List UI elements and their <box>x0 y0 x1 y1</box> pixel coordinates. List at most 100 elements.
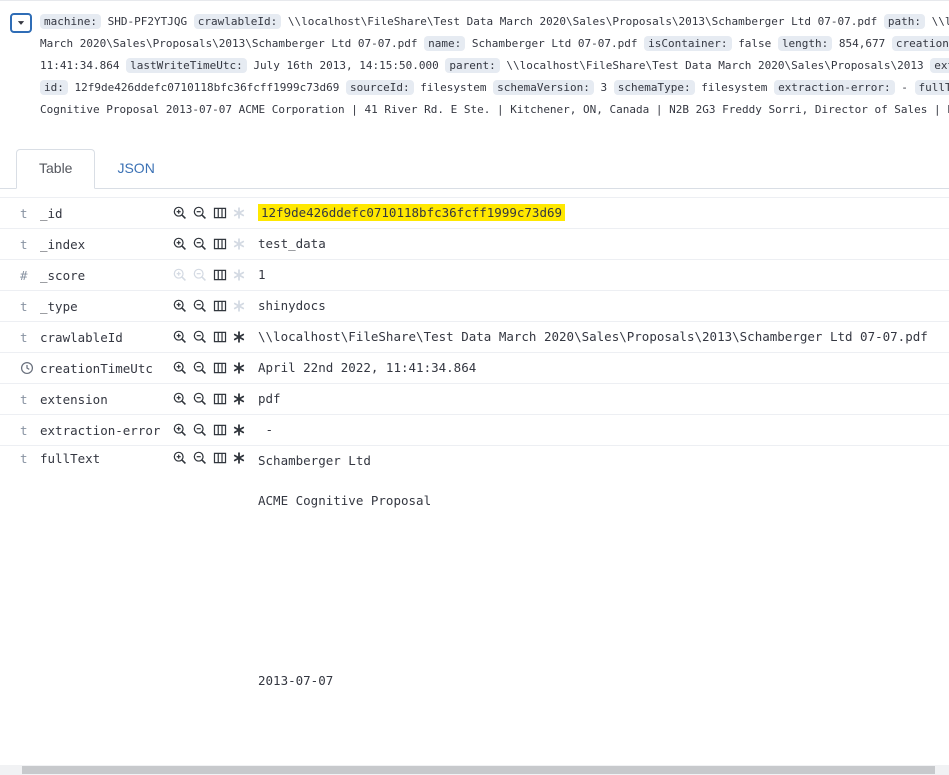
filter-out-value-button <box>193 268 207 282</box>
field-name-badge: machine: <box>40 14 101 29</box>
field-name-badge: crawlableId: <box>194 14 281 29</box>
table-columns-icon <box>213 332 227 347</box>
toggle-column-button[interactable] <box>213 299 227 313</box>
field-value: April 22nd 2022, 11:41:34.864 <box>258 358 949 378</box>
toggle-column-button[interactable] <box>213 361 227 375</box>
filter-for-value-button[interactable] <box>173 206 187 220</box>
toggle-column-button[interactable] <box>213 237 227 251</box>
document-detail-view: { "doc_summary": { "lines": [ {"segments… <box>0 0 949 775</box>
filter-out-value-button[interactable] <box>193 423 207 437</box>
filter-for-value-button[interactable] <box>173 361 187 375</box>
field-value-text: filesystem <box>420 81 486 94</box>
field-value: \\localhost\FileShare\Test Data March 20… <box>258 327 949 347</box>
field-row: tcrawlableId\\localhost\FileShare\Test D… <box>0 321 949 352</box>
zoom-out-icon <box>193 301 207 316</box>
field-name-badge: lastWriteTimeUtc: <box>126 58 247 73</box>
filter-for-field-present-button[interactable] <box>233 393 245 405</box>
zoom-out-icon <box>193 239 207 254</box>
text-type-icon: t <box>20 237 40 252</box>
filter-out-value-button[interactable] <box>193 206 207 220</box>
filter-for-value-button[interactable] <box>173 392 187 406</box>
toggle-column-button[interactable] <box>213 423 227 437</box>
field-value-text: 854,677 <box>839 37 885 50</box>
toggle-column-button[interactable] <box>213 268 227 282</box>
doc-summary-line: Cognitive Proposal 2013-07-07 ACME Corpo… <box>40 99 949 121</box>
field-value-text: July 16th 2013, 14:15:50.000 <box>253 59 438 72</box>
table-columns-icon <box>213 425 227 440</box>
highlighted-value: 12f9de426ddefc0710118bfc36fcff1999c73d69 <box>258 204 565 221</box>
field-actions <box>173 392 258 406</box>
filter-out-value-button[interactable] <box>193 299 207 313</box>
filter-for-field-present-button <box>233 238 245 250</box>
field-value: shinydocs <box>258 296 949 316</box>
table-columns-icon <box>213 453 227 468</box>
text-type-icon: t <box>20 330 40 345</box>
asterisk-icon <box>233 238 245 253</box>
filter-for-field-present-button[interactable] <box>233 452 245 464</box>
field-row: t_indextest_data <box>0 228 949 259</box>
asterisk-icon <box>233 393 245 408</box>
toggle-column-button[interactable] <box>213 206 227 220</box>
field-actions <box>173 206 258 220</box>
horizontal-scrollbar-thumb[interactable] <box>22 766 935 774</box>
toggle-column-button[interactable] <box>213 330 227 344</box>
field-name-badge: schemaVersion: <box>493 80 594 95</box>
field-value-text: \\localhost\FileShare\Test Data March 20… <box>288 15 877 28</box>
field-row: textraction-error - <box>0 414 949 445</box>
text-type-icon: t <box>20 451 40 466</box>
filter-for-value-button[interactable] <box>173 330 187 344</box>
field-value-text: false <box>738 37 771 50</box>
field-value-text: Cognitive Proposal 2013-07-07 ACME Corpo… <box>40 103 949 116</box>
asterisk-icon <box>233 331 245 346</box>
field-row: #_score1 <box>0 259 949 290</box>
field-row: t_typeshinydocs <box>0 290 949 321</box>
filter-for-value-button[interactable] <box>173 423 187 437</box>
filter-out-value-button[interactable] <box>193 451 207 465</box>
field-value: Schamberger Ltd ACME Cognitive Proposal … <box>258 451 949 691</box>
filter-for-value-button[interactable] <box>173 299 187 313</box>
filter-for-value-button[interactable] <box>173 237 187 251</box>
horizontal-scrollbar[interactable] <box>0 765 949 775</box>
zoom-in-icon <box>173 239 187 254</box>
filter-out-value-button[interactable] <box>193 392 207 406</box>
tab-json[interactable]: JSON <box>95 150 176 190</box>
filter-for-field-present-button[interactable] <box>233 331 245 343</box>
asterisk-icon <box>233 300 245 315</box>
field-name-badge: name: <box>424 36 465 51</box>
field-name: _type <box>40 299 173 314</box>
tab-table[interactable]: Table <box>16 149 95 189</box>
toggle-column-button[interactable] <box>213 392 227 406</box>
filter-out-value-button[interactable] <box>193 237 207 251</box>
table-columns-icon <box>213 301 227 316</box>
field-value-text: March 2020\Sales\Proposals\2013\Schamber… <box>40 37 418 50</box>
doc-viewer-tabs: TableJSON <box>0 149 949 189</box>
table-columns-icon <box>213 363 227 378</box>
zoom-in-icon <box>173 270 187 285</box>
asterisk-icon <box>233 424 245 439</box>
asterisk-icon <box>233 452 245 467</box>
filter-out-value-button[interactable] <box>193 361 207 375</box>
collapse-doc-toggle-button[interactable] <box>10 13 32 33</box>
filter-out-value-button[interactable] <box>193 330 207 344</box>
field-value-text: \\loc <box>932 15 949 28</box>
field-value-text: SHD-PF2YTJQG <box>108 15 187 28</box>
field-name-badge: extraction-error: <box>774 80 895 95</box>
toggle-column-button[interactable] <box>213 451 227 465</box>
field-name-badge: schemaType: <box>614 80 695 95</box>
field-actions <box>173 237 258 251</box>
asterisk-icon <box>233 207 245 222</box>
zoom-in-icon <box>173 425 187 440</box>
field-name-badge: exte <box>930 58 949 73</box>
doc-summary-lines: machine: SHD-PF2YTJQG crawlableId: \\loc… <box>40 11 949 121</box>
filter-for-field-present-button[interactable] <box>233 424 245 436</box>
caret-down-icon <box>16 18 26 28</box>
filter-for-field-present-button <box>233 269 245 281</box>
field-value-text: 12f9de426ddefc0710118bfc36fcff1999c73d69 <box>75 81 340 94</box>
zoom-out-icon <box>193 453 207 468</box>
filter-for-value-button[interactable] <box>173 451 187 465</box>
field-name: _index <box>40 237 173 252</box>
zoom-out-icon <box>193 332 207 347</box>
filter-for-field-present-button[interactable] <box>233 362 245 374</box>
field-name: fullText <box>40 451 173 466</box>
zoom-out-icon <box>193 363 207 378</box>
